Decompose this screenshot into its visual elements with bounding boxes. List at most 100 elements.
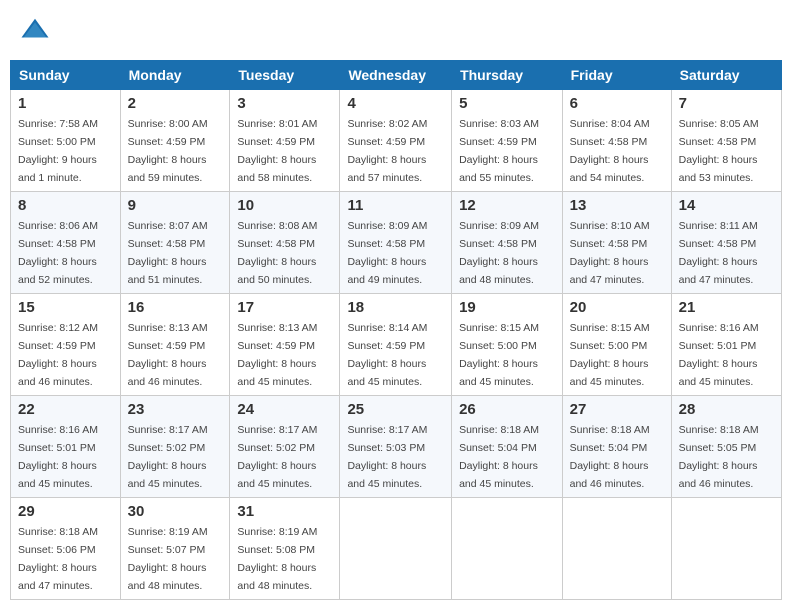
day-number: 10 [237,197,332,214]
calendar-cell: 23 Sunrise: 8:17 AMSunset: 5:02 PMDaylig… [120,396,230,498]
weekday-header: Thursday [452,61,563,90]
calendar-cell: 6 Sunrise: 8:04 AMSunset: 4:58 PMDayligh… [562,90,671,192]
day-info: Sunrise: 8:15 AMSunset: 5:00 PMDaylight:… [459,322,539,388]
calendar-cell: 17 Sunrise: 8:13 AMSunset: 4:59 PMDaylig… [230,294,340,396]
weekday-header: Saturday [671,61,781,90]
day-info: Sunrise: 8:02 AMSunset: 4:59 PMDaylight:… [347,118,427,184]
day-number: 27 [570,401,664,418]
day-number: 5 [459,95,555,112]
day-info: Sunrise: 8:17 AMSunset: 5:03 PMDaylight:… [347,424,427,490]
day-info: Sunrise: 8:09 AMSunset: 4:58 PMDaylight:… [459,220,539,286]
day-number: 21 [679,299,774,316]
day-number: 8 [18,197,113,214]
day-info: Sunrise: 8:19 AMSunset: 5:08 PMDaylight:… [237,526,317,592]
day-info: Sunrise: 8:16 AMSunset: 5:01 PMDaylight:… [18,424,98,490]
calendar-header-row: SundayMondayTuesdayWednesdayThursdayFrid… [11,61,782,90]
day-number: 20 [570,299,664,316]
calendar-cell: 4 Sunrise: 8:02 AMSunset: 4:59 PMDayligh… [340,90,452,192]
day-info: Sunrise: 8:09 AMSunset: 4:58 PMDaylight:… [347,220,427,286]
calendar-cell: 7 Sunrise: 8:05 AMSunset: 4:58 PMDayligh… [671,90,781,192]
day-info: Sunrise: 8:18 AMSunset: 5:05 PMDaylight:… [679,424,759,490]
day-number: 31 [237,503,332,520]
calendar-cell: 24 Sunrise: 8:17 AMSunset: 5:02 PMDaylig… [230,396,340,498]
calendar-cell: 11 Sunrise: 8:09 AMSunset: 4:58 PMDaylig… [340,192,452,294]
day-number: 29 [18,503,113,520]
calendar-cell [562,498,671,600]
day-info: Sunrise: 8:18 AMSunset: 5:06 PMDaylight:… [18,526,98,592]
day-info: Sunrise: 8:03 AMSunset: 4:59 PMDaylight:… [459,118,539,184]
weekday-header: Tuesday [230,61,340,90]
calendar-cell: 29 Sunrise: 8:18 AMSunset: 5:06 PMDaylig… [11,498,121,600]
day-info: Sunrise: 7:58 AMSunset: 5:00 PMDaylight:… [18,118,98,184]
page-header [10,10,782,50]
day-info: Sunrise: 8:17 AMSunset: 5:02 PMDaylight:… [128,424,208,490]
day-number: 22 [18,401,113,418]
day-number: 17 [237,299,332,316]
day-info: Sunrise: 8:05 AMSunset: 4:58 PMDaylight:… [679,118,759,184]
calendar-week-row: 29 Sunrise: 8:18 AMSunset: 5:06 PMDaylig… [11,498,782,600]
day-number: 7 [679,95,774,112]
day-info: Sunrise: 8:18 AMSunset: 5:04 PMDaylight:… [459,424,539,490]
calendar-cell: 13 Sunrise: 8:10 AMSunset: 4:58 PMDaylig… [562,192,671,294]
calendar-cell: 26 Sunrise: 8:18 AMSunset: 5:04 PMDaylig… [452,396,563,498]
day-number: 12 [459,197,555,214]
calendar-cell: 14 Sunrise: 8:11 AMSunset: 4:58 PMDaylig… [671,192,781,294]
day-info: Sunrise: 8:13 AMSunset: 4:59 PMDaylight:… [237,322,317,388]
calendar-cell: 5 Sunrise: 8:03 AMSunset: 4:59 PMDayligh… [452,90,563,192]
day-info: Sunrise: 8:16 AMSunset: 5:01 PMDaylight:… [679,322,759,388]
day-info: Sunrise: 8:15 AMSunset: 5:00 PMDaylight:… [570,322,650,388]
calendar-cell: 15 Sunrise: 8:12 AMSunset: 4:59 PMDaylig… [11,294,121,396]
calendar-cell: 31 Sunrise: 8:19 AMSunset: 5:08 PMDaylig… [230,498,340,600]
calendar-cell [340,498,452,600]
day-info: Sunrise: 8:08 AMSunset: 4:58 PMDaylight:… [237,220,317,286]
calendar-cell: 16 Sunrise: 8:13 AMSunset: 4:59 PMDaylig… [120,294,230,396]
day-info: Sunrise: 8:17 AMSunset: 5:02 PMDaylight:… [237,424,317,490]
day-number: 4 [347,95,444,112]
day-number: 9 [128,197,223,214]
day-info: Sunrise: 8:10 AMSunset: 4:58 PMDaylight:… [570,220,650,286]
calendar-cell: 27 Sunrise: 8:18 AMSunset: 5:04 PMDaylig… [562,396,671,498]
day-number: 25 [347,401,444,418]
weekday-header: Monday [120,61,230,90]
calendar-cell: 9 Sunrise: 8:07 AMSunset: 4:58 PMDayligh… [120,192,230,294]
calendar-cell: 22 Sunrise: 8:16 AMSunset: 5:01 PMDaylig… [11,396,121,498]
day-number: 3 [237,95,332,112]
logo [20,15,55,45]
day-info: Sunrise: 8:18 AMSunset: 5:04 PMDaylight:… [570,424,650,490]
day-number: 30 [128,503,223,520]
day-info: Sunrise: 8:04 AMSunset: 4:58 PMDaylight:… [570,118,650,184]
day-info: Sunrise: 8:12 AMSunset: 4:59 PMDaylight:… [18,322,98,388]
day-number: 11 [347,197,444,214]
day-info: Sunrise: 8:06 AMSunset: 4:58 PMDaylight:… [18,220,98,286]
day-number: 1 [18,95,113,112]
calendar-cell: 19 Sunrise: 8:15 AMSunset: 5:00 PMDaylig… [452,294,563,396]
calendar-week-row: 8 Sunrise: 8:06 AMSunset: 4:58 PMDayligh… [11,192,782,294]
calendar-cell: 30 Sunrise: 8:19 AMSunset: 5:07 PMDaylig… [120,498,230,600]
day-number: 14 [679,197,774,214]
day-number: 15 [18,299,113,316]
day-number: 13 [570,197,664,214]
day-info: Sunrise: 8:14 AMSunset: 4:59 PMDaylight:… [347,322,427,388]
calendar-cell: 25 Sunrise: 8:17 AMSunset: 5:03 PMDaylig… [340,396,452,498]
day-info: Sunrise: 8:11 AMSunset: 4:58 PMDaylight:… [679,220,758,286]
calendar-cell: 18 Sunrise: 8:14 AMSunset: 4:59 PMDaylig… [340,294,452,396]
calendar-cell: 20 Sunrise: 8:15 AMSunset: 5:00 PMDaylig… [562,294,671,396]
day-number: 28 [679,401,774,418]
day-number: 16 [128,299,223,316]
calendar-week-row: 22 Sunrise: 8:16 AMSunset: 5:01 PMDaylig… [11,396,782,498]
calendar-cell: 21 Sunrise: 8:16 AMSunset: 5:01 PMDaylig… [671,294,781,396]
day-info: Sunrise: 8:13 AMSunset: 4:59 PMDaylight:… [128,322,208,388]
weekday-header: Sunday [11,61,121,90]
day-number: 6 [570,95,664,112]
day-info: Sunrise: 8:19 AMSunset: 5:07 PMDaylight:… [128,526,208,592]
calendar-cell: 1 Sunrise: 7:58 AMSunset: 5:00 PMDayligh… [11,90,121,192]
day-info: Sunrise: 8:01 AMSunset: 4:59 PMDaylight:… [237,118,317,184]
day-number: 2 [128,95,223,112]
calendar-cell: 28 Sunrise: 8:18 AMSunset: 5:05 PMDaylig… [671,396,781,498]
calendar-cell: 3 Sunrise: 8:01 AMSunset: 4:59 PMDayligh… [230,90,340,192]
weekday-header: Wednesday [340,61,452,90]
calendar-cell: 2 Sunrise: 8:00 AMSunset: 4:59 PMDayligh… [120,90,230,192]
weekday-header: Friday [562,61,671,90]
day-number: 24 [237,401,332,418]
day-info: Sunrise: 8:00 AMSunset: 4:59 PMDaylight:… [128,118,208,184]
